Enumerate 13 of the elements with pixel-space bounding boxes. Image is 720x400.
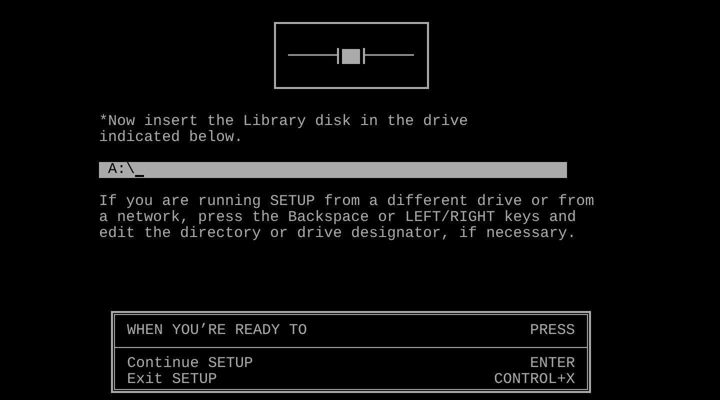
instruction-text: indicated below.: [99, 130, 244, 146]
help-text: If you are running SETUP from a different drive or from: [99, 194, 596, 210]
help-text: edit the directory or drive designator, if necessary.: [99, 226, 578, 242]
key-label: CONTROL+X: [494, 372, 575, 388]
key-label: ENTER: [530, 356, 575, 372]
action-label: Exit SETUP: [127, 372, 218, 388]
cursor-icon: [135, 175, 144, 177]
instruction-text: *Now insert the Library disk in the drive: [99, 114, 470, 130]
column-heading: PRESS: [530, 323, 575, 339]
action-label: Continue SETUP: [127, 356, 254, 372]
help-text: a network, press the Backspace or LEFT/RIGHT keys and: [99, 210, 578, 226]
drive-input-field[interactable]: A:\: [99, 162, 567, 178]
column-heading: WHEN YOU’RE READY TO: [127, 323, 308, 339]
